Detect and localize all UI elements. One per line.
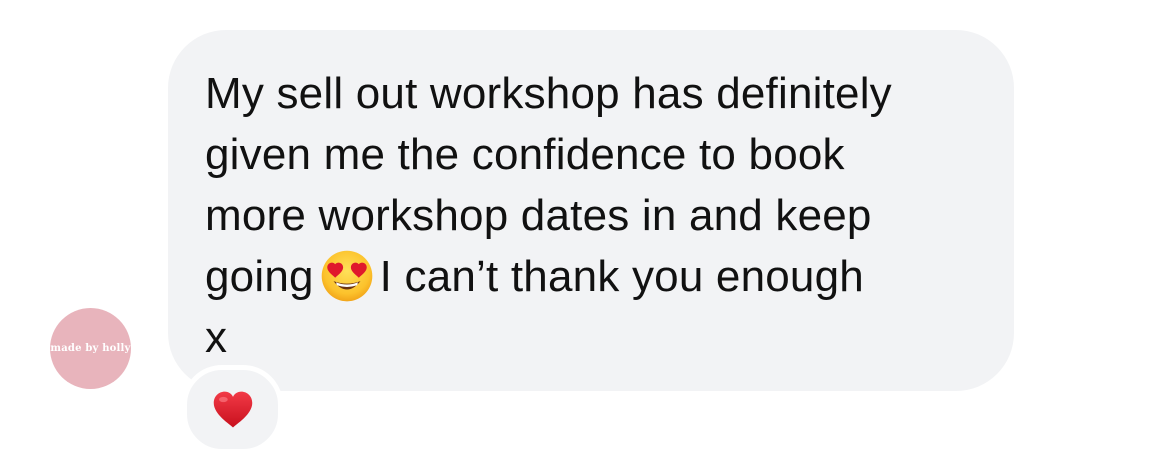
reaction-badge[interactable] — [182, 365, 283, 454]
message-line-with-emoji: going I can’t thank you enough — [205, 246, 995, 307]
heart-eyes-emoji-icon — [321, 250, 372, 302]
message-text: My sell out workshop has definitely give… — [205, 63, 995, 368]
red-heart-icon — [213, 391, 252, 427]
avatar-label: made by holly — [50, 343, 131, 354]
message-line: going — [205, 252, 314, 301]
message-line: My sell out workshop has definitely — [205, 69, 892, 118]
sender-avatar[interactable]: made by holly — [50, 308, 131, 389]
message-line: more workshop dates in and keep — [205, 191, 872, 240]
message-line: given me the confidence to book — [205, 130, 845, 179]
message-line: I can’t thank you enough — [379, 252, 864, 301]
message-line: x — [205, 313, 228, 362]
message-bubble[interactable]: My sell out workshop has definitely give… — [168, 30, 1014, 391]
